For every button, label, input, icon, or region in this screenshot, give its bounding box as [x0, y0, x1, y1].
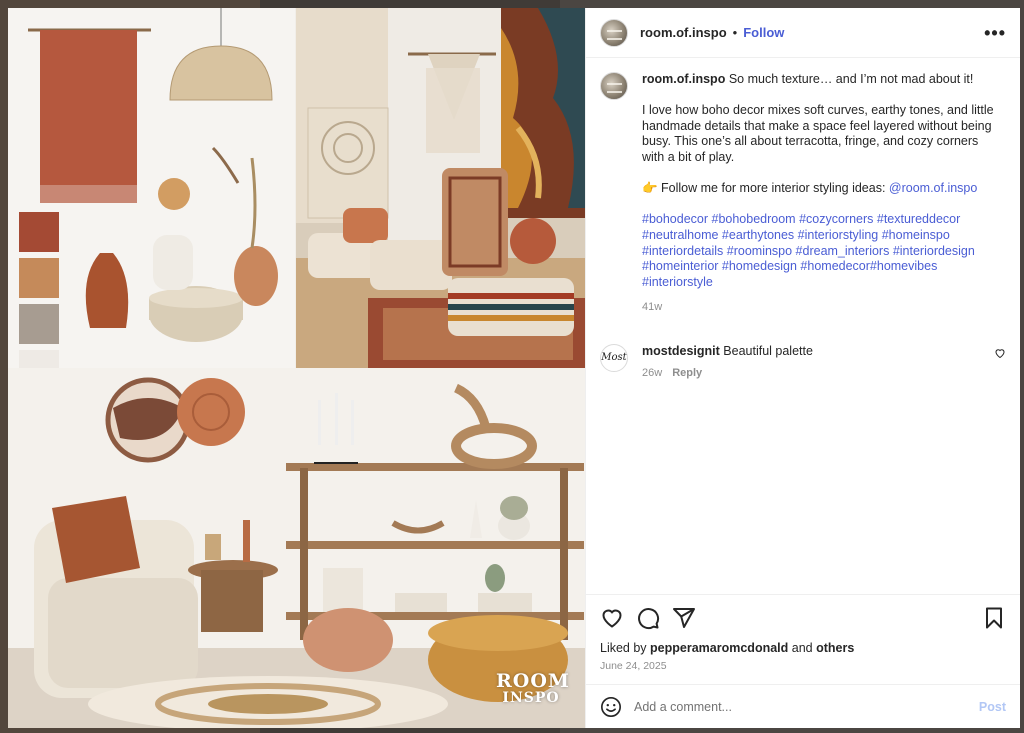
comment-body: mostdesignit Beautiful palette 26w Reply — [642, 344, 994, 379]
commenter-username[interactable]: mostdesignit — [642, 344, 720, 358]
commenter-avatar[interactable]: Most — [600, 343, 628, 372]
likes-conjunction: and — [791, 641, 813, 655]
post-date[interactable]: June 24, 2025 — [600, 660, 1006, 672]
heart-icon[interactable] — [600, 606, 624, 630]
watermark-bottom: INSPO — [502, 690, 560, 706]
palette-swatch — [19, 212, 59, 252]
paper-plane-icon[interactable] — [672, 606, 696, 630]
author-avatar[interactable] — [600, 18, 628, 47]
author-username[interactable]: room.of.inspo — [640, 25, 727, 40]
likes-others-link[interactable]: others — [816, 641, 854, 655]
likes-summary: Liked by pepperamaromcdonald and others — [600, 641, 1006, 655]
caption-mention-link[interactable]: @room.of.inspo — [889, 181, 977, 195]
comment-input[interactable] — [634, 699, 979, 714]
post-header: room.of.inspo • Follow ••• — [586, 8, 1020, 58]
moodboard-illustration — [8, 8, 585, 728]
caption-avatar[interactable] — [600, 72, 628, 100]
action-icons — [600, 605, 1006, 631]
header-separator: • — [732, 25, 738, 40]
likes-prefix: Liked by — [600, 641, 647, 655]
follow-button[interactable]: Follow — [743, 25, 784, 40]
post-details-panel: room.of.inspo • Follow ••• room.of.inspo… — [585, 8, 1020, 728]
post-image[interactable]: ROOM INSPO — [8, 8, 585, 728]
bookmark-icon[interactable] — [982, 606, 1006, 630]
caption-line1: So much texture… and I’m not mad about i… — [728, 72, 974, 86]
comment-text: Beautiful palette — [723, 343, 813, 358]
caption-hashtags[interactable]: #bohodecor #bohobedroom #cozycorners #te… — [642, 212, 994, 290]
comment-composer: Post — [586, 684, 1020, 728]
caption-cta: 👉 Follow me for more interior styling id… — [642, 181, 889, 196]
watermark-top: ROOM — [496, 670, 570, 692]
post-actions: Liked by pepperamaromcdonald and others … — [586, 594, 1020, 684]
caption-paragraph: I love how boho decor mixes soft curves,… — [642, 103, 994, 164]
caption-age[interactable]: 41w — [642, 300, 994, 316]
comment-heart-icon[interactable] — [994, 347, 1006, 359]
reply-button[interactable]: Reply — [672, 367, 702, 379]
comment-age[interactable]: 26w — [642, 367, 662, 379]
comment-item: Most mostdesignit Beautiful palette 26w R… — [600, 343, 1006, 379]
smiley-icon[interactable] — [600, 696, 622, 718]
caption-username[interactable]: room.of.inspo — [642, 72, 725, 86]
comment-bubble-icon[interactable] — [636, 606, 660, 630]
caption-text: room.of.inspo So much texture… and I’m n… — [642, 72, 994, 316]
caption: room.of.inspo So much texture… and I’m n… — [600, 72, 1006, 316]
post-modal: ROOM INSPO room.of.inspo • Follow ••• ro… — [8, 8, 1020, 728]
watermark-logo: ROOM INSPO — [496, 670, 570, 706]
post-comment-button[interactable]: Post — [979, 700, 1006, 714]
palette-swatch — [19, 258, 59, 298]
ellipsis-icon[interactable]: ••• — [984, 24, 1006, 42]
likes-user-link[interactable]: pepperamaromcdonald — [650, 641, 788, 655]
palette-swatch — [19, 304, 59, 344]
comments-section[interactable]: room.of.inspo So much texture… and I’m n… — [586, 58, 1020, 594]
